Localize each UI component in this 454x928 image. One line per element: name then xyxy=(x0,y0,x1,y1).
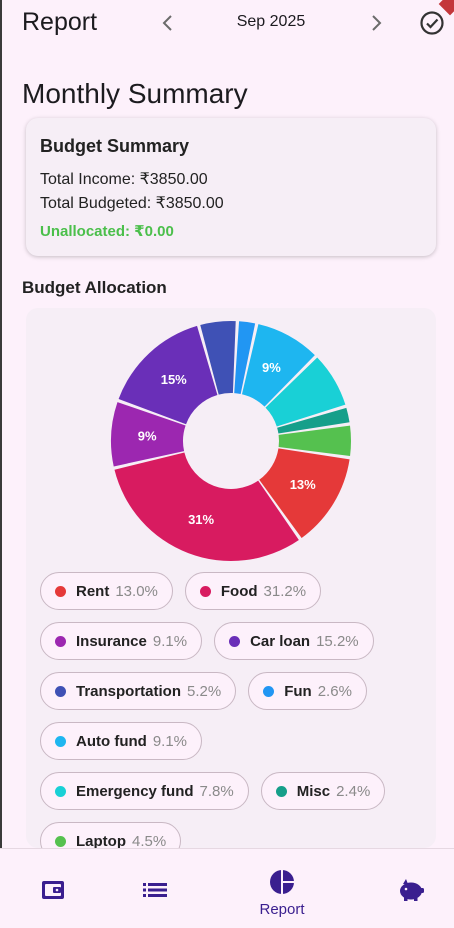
budget-summary-title: Budget Summary xyxy=(40,136,190,156)
chevron-left-icon[interactable] xyxy=(158,11,178,35)
legend-chip-percent: 7.8% xyxy=(199,782,234,800)
app-bar-title: Report xyxy=(22,8,98,36)
legend-chip-label: Misc xyxy=(296,782,331,800)
page-title: Monthly Summary xyxy=(22,78,248,109)
legend-chip-transportation[interactable]: Transportation 5.2% xyxy=(40,672,237,710)
legend-chip-row: Auto fund 9.1% xyxy=(40,722,430,760)
legend-color-dot xyxy=(55,735,66,747)
donut-label-rent: 13% xyxy=(290,477,316,492)
legend-chip-percent: 2.6% xyxy=(317,682,352,700)
legend-chip-emergency-fund[interactable]: Emergency fund 7.8% xyxy=(40,772,249,810)
legend-color-dot xyxy=(229,635,241,647)
legend-chip-percent: 2.4% xyxy=(336,782,371,800)
legend-chip-insurance[interactable]: Insurance 9.1% xyxy=(40,622,203,660)
legend-chip-percent: 9.1% xyxy=(152,732,188,750)
nav-item-transactions[interactable] xyxy=(130,849,180,928)
legend-chip-car-loan[interactable]: Car loan 15.2% xyxy=(214,622,374,660)
donut-label-car-loan: 15% xyxy=(161,372,187,387)
legend-chip-row: Emergency fund 7.8% Misc 2.4% xyxy=(40,772,430,810)
legend-chip-rent[interactable]: Rent 13.0% xyxy=(40,572,173,610)
donut-label-food: 31% xyxy=(188,512,214,527)
bottom-navigation: Report xyxy=(0,849,454,928)
piggy-bank-icon xyxy=(400,879,424,901)
nav-item-report[interactable]: Report xyxy=(247,849,317,928)
legend-chip-label: Car loan xyxy=(250,632,311,650)
total-budgeted: Total Budgeted: ₹3850.00 xyxy=(40,195,224,212)
legend-chip-misc[interactable]: Misc 2.4% xyxy=(260,772,386,810)
legend-chip-label: Food xyxy=(220,582,258,600)
legend-chip-label: Fun xyxy=(284,682,312,700)
legend-chip-label: Laptop xyxy=(76,832,126,849)
legend-chip-row: Laptop 4.5% xyxy=(40,822,430,848)
donut-label-insurance: 9% xyxy=(138,429,157,444)
legend-color-dot xyxy=(275,785,287,797)
legend-chip-row: Insurance 9.1% Car loan 15.2% xyxy=(40,622,430,660)
legend-chip-laptop[interactable]: Laptop 4.5% xyxy=(40,822,182,849)
legend-color-dot xyxy=(55,585,66,597)
nav-item-savings[interactable] xyxy=(386,849,436,928)
budget-allocation-card: 13% 31% 9% 15% 9% Rent 13.0% Food 31.2% Insuranc… xyxy=(26,308,436,848)
legend-color-dot xyxy=(55,835,66,847)
nav-item-wallet[interactable] xyxy=(28,849,78,928)
legend-chip-percent: 4.5% xyxy=(132,832,167,849)
chevron-right-icon[interactable] xyxy=(366,11,386,35)
budget-donut-chart: 13% 31% 9% 15% 9% xyxy=(111,321,351,561)
legend-chip-percent: 31.2% xyxy=(263,582,307,600)
legend-color-dot xyxy=(199,585,211,597)
unallocated-amount: Unallocated: ₹0.00 xyxy=(40,223,174,240)
total-income: Total Income: ₹3850.00 xyxy=(40,171,208,188)
window-edge xyxy=(0,0,2,928)
legend-chip-auto-fund[interactable]: Auto fund 9.1% xyxy=(40,722,203,760)
check-circle-icon[interactable] xyxy=(419,10,445,36)
donut-label-auto-fund: 9% xyxy=(262,360,281,375)
legend-chip-label: Insurance xyxy=(76,632,147,650)
legend-color-dot xyxy=(263,685,275,697)
legend-color-dot xyxy=(55,685,66,697)
legend-chip-percent: 13.0% xyxy=(115,582,158,600)
pie-chart-icon xyxy=(270,869,295,895)
legend-color-dot xyxy=(55,635,66,647)
legend-chip-label: Auto fund xyxy=(76,732,147,750)
budget-allocation-title: Budget Allocation xyxy=(22,278,167,297)
current-month: Sep 2025 xyxy=(236,13,306,30)
nav-item-report-label: Report xyxy=(259,901,305,918)
legend-chip-label: Transportation xyxy=(76,682,182,700)
budget-summary-card: Budget Summary Total Income: ₹3850.00 To… xyxy=(26,118,436,256)
legend-chip-label: Rent xyxy=(76,582,110,600)
legend-chip-row: Transportation 5.2% Fun 2.6% xyxy=(40,672,430,710)
legend-chip-food[interactable]: Food 31.2% xyxy=(184,572,322,610)
list-icon xyxy=(143,883,167,897)
legend-chip-fun[interactable]: Fun 2.6% xyxy=(248,672,367,710)
legend-chip-label: Emergency fund xyxy=(76,782,194,800)
wallet-icon xyxy=(42,881,64,899)
app-bar: Report Sep 2025 xyxy=(0,0,454,46)
legend-color-dot xyxy=(55,785,66,797)
legend-chip-row: Rent 13.0% Food 31.2% xyxy=(40,572,430,610)
legend-chip-percent: 15.2% xyxy=(316,632,359,650)
legend-chips: Rent 13.0% Food 31.2% Insurance 9.1% Car loan 1… xyxy=(40,572,430,848)
legend-chip-percent: 5.2% xyxy=(187,682,222,700)
legend-chip-percent: 9.1% xyxy=(152,632,188,650)
